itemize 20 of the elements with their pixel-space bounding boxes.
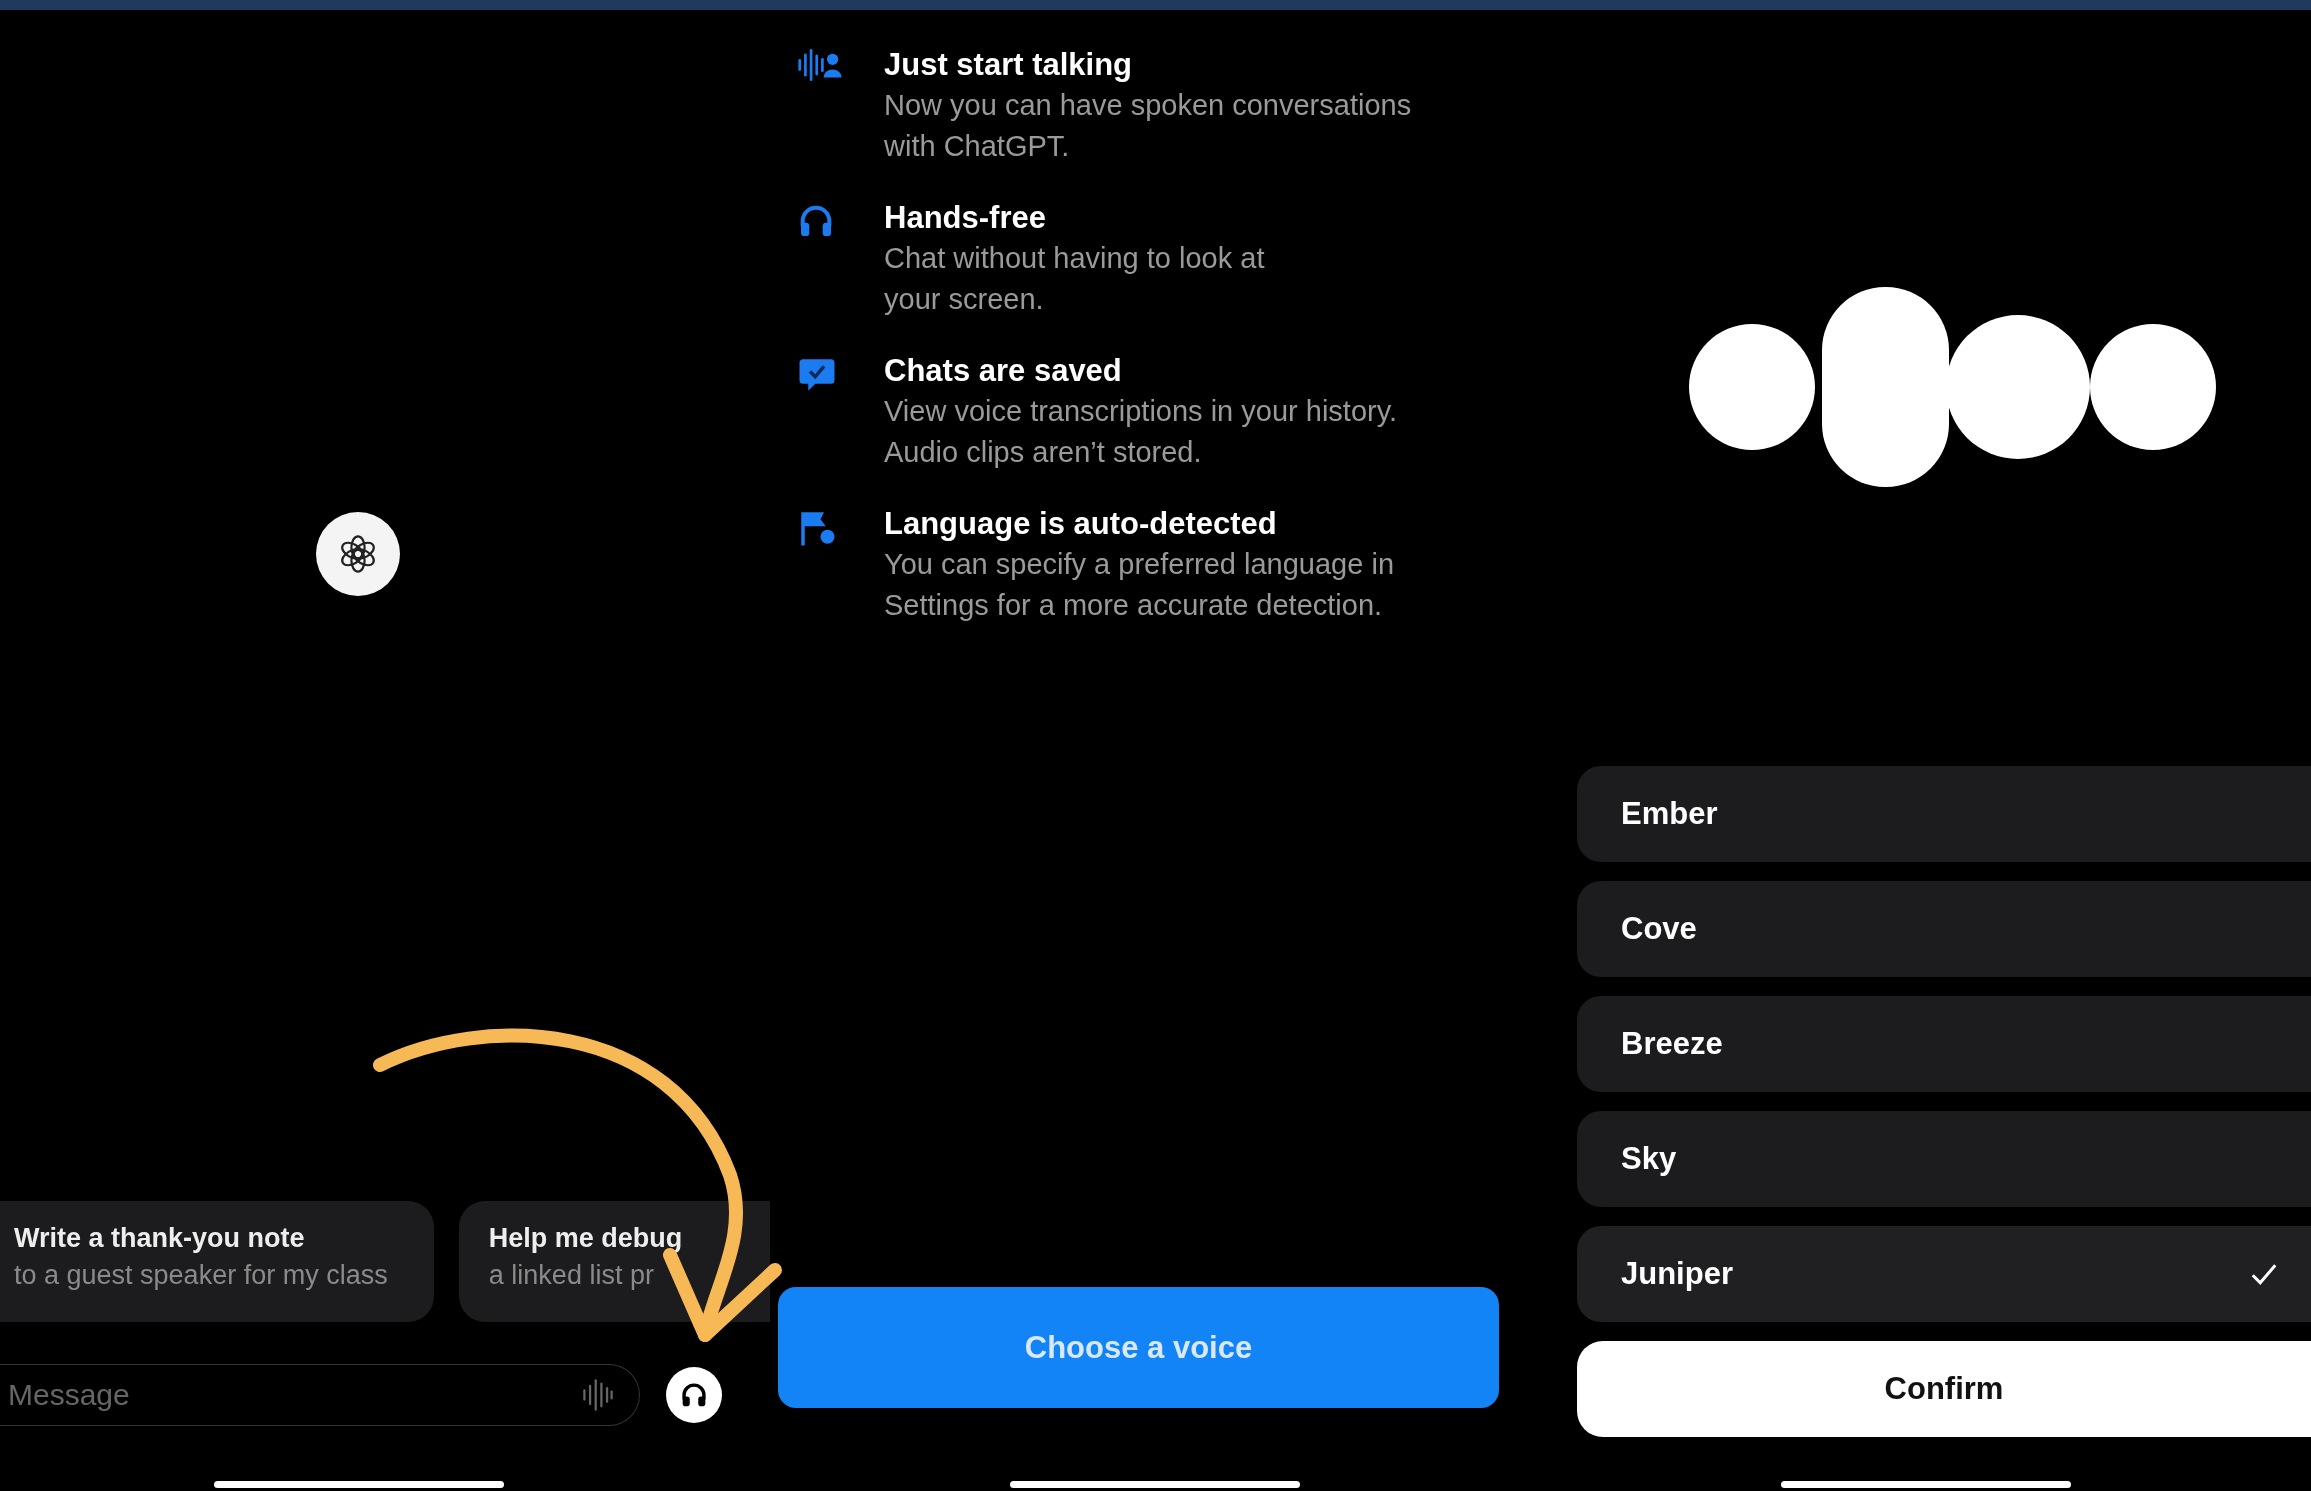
- suggestion-card[interactable]: Write a thank-you note to a guest speaker for my class: [0, 1201, 434, 1322]
- voice-option[interactable]: Breeze: [1577, 996, 2311, 1092]
- waveform-icon: [581, 1378, 615, 1412]
- voice-option[interactable]: Sky: [1577, 1111, 2311, 1207]
- feature-description: Chat without having to look at your screen.: [884, 241, 1266, 317]
- voice-option[interactable]: Ember: [1577, 766, 2311, 862]
- suggestion-card[interactable]: Help me debug a linked list pr: [458, 1201, 770, 1322]
- voice-option[interactable]: Cove: [1577, 881, 2311, 977]
- message-input[interactable]: Message: [0, 1377, 581, 1413]
- feature-title: Hands-free: [884, 199, 1047, 237]
- headphones-button[interactable]: [666, 1367, 722, 1423]
- voice-option[interactable]: Juniper: [1577, 1226, 2311, 1322]
- feature-description: You can specify a preferred language in Settings for a more accurate detection.: [884, 547, 1395, 623]
- feature-description: View voice transcriptions in your history. Audio clips aren’t stored.: [884, 394, 1399, 470]
- confirm-button[interactable]: Confirm: [1577, 1341, 2311, 1437]
- feature-title: Language is auto-detected: [884, 505, 1278, 543]
- feature-title: Just start talking: [884, 46, 1134, 84]
- feature-description: Now you can have spoken conversations with ChatGPT.: [884, 88, 1413, 164]
- waveform-person-icon: [796, 48, 842, 82]
- feature-title: Chats are saved: [884, 352, 1123, 390]
